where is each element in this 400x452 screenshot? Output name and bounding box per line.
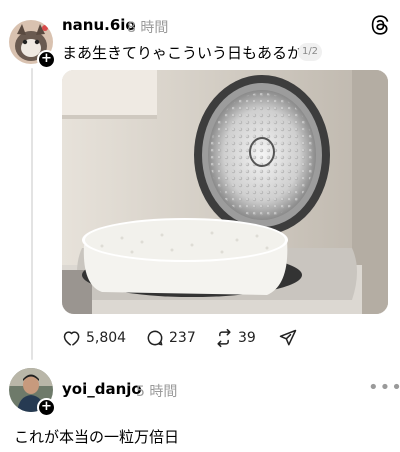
comment-icon [147, 330, 163, 346]
follow-plus-icon[interactable]: + [37, 398, 56, 417]
username[interactable]: nanu.6io [62, 16, 136, 34]
post-text: まあ生きてりゃこういう日もあるか [62, 44, 303, 62]
thread-connector-line [31, 68, 33, 360]
share-button[interactable] [278, 327, 302, 349]
follow-plus-icon[interactable]: + [37, 50, 56, 69]
page-indicator: 1/2 [298, 43, 322, 61]
action-bar: 5,804 237 39 [62, 327, 362, 349]
more-dots-icon[interactable]: ••• [368, 379, 400, 397]
repost-count: 39 [238, 330, 256, 346]
repost-icon [217, 328, 231, 348]
heart-icon [63, 331, 80, 346]
post-image[interactable] [62, 70, 388, 314]
repost-button[interactable]: 39 [214, 327, 256, 349]
post-text: これが本当の一粒万倍日 [14, 428, 180, 446]
like-button[interactable]: 5,804 [62, 327, 126, 349]
avatar[interactable]: + [9, 368, 56, 417]
send-icon [279, 329, 297, 346]
username[interactable]: yoi_danjo [62, 380, 142, 398]
like-count: 5,804 [86, 330, 127, 346]
post-time: 8 時間 [127, 20, 169, 36]
reply-button[interactable]: 237 [145, 327, 196, 349]
avatar[interactable]: + [9, 20, 56, 69]
post-time: 5 時間 [136, 384, 178, 400]
threads-icon[interactable] [370, 15, 390, 35]
reply-count: 237 [169, 330, 196, 346]
